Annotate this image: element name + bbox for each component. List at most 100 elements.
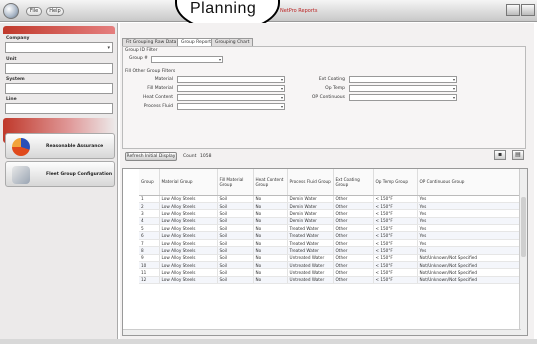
col-header[interactable]: Op Temp Group [373, 169, 418, 196]
status-bar [0, 339, 537, 344]
group-number-select[interactable]: ▾ [151, 56, 223, 63]
table-cell: Low Alloy Steels [159, 224, 218, 233]
op-continuous-select[interactable]: ▾ [349, 94, 457, 101]
table-row[interactable]: 8 Low Alloy Steels Soil No Treated Water Othe… [139, 246, 520, 255]
table-cell: 4 [139, 217, 160, 226]
refresh-initial-display-button[interactable]: Refresh Initial Display [125, 152, 177, 161]
sidebar-header [3, 26, 115, 34]
tab-grouping-chart[interactable]: Grouping Chart [211, 38, 254, 46]
table-cell: No [253, 261, 288, 270]
table-row[interactable]: 5 Low Alloy Steels Soil No Treated Water Othe… [139, 224, 520, 233]
table-cell: No [253, 239, 288, 248]
print-icon[interactable]: ▤ [512, 150, 524, 160]
unit-select[interactable] [5, 63, 113, 74]
table-cell: < 150°F [373, 246, 418, 255]
chevron-down-icon: ▾ [280, 86, 283, 91]
table-cell: 7 [139, 239, 160, 248]
table-row[interactable]: 12 Low Alloy Steels Soil No Untreated Water O… [139, 276, 520, 285]
tab-fit-grouping-raw-data[interactable]: Fit Grouping Raw Data [122, 38, 181, 46]
nav-reasonable-assurance[interactable]: Reasonable Assurance [5, 133, 115, 159]
minimize-icon[interactable] [506, 4, 520, 16]
table-cell: < 150°F [373, 224, 418, 233]
menu-file[interactable]: File [26, 7, 42, 16]
table-cell: No [253, 246, 288, 255]
table-cell: No [253, 231, 288, 240]
table-row[interactable]: 11 Low Alloy Steels Soil No Untreated Water O… [139, 268, 520, 277]
col-header[interactable]: Ext Coating Group [333, 169, 374, 196]
main-panel: Fit Grouping Raw Data Group Report Group… [120, 23, 534, 339]
table-cell: Other [333, 224, 374, 233]
nav-label: Fleet Group Configuration [46, 172, 113, 177]
line-select[interactable] [5, 103, 113, 114]
scroll-thumb[interactable] [521, 197, 526, 257]
horizontal-scrollbar[interactable] [123, 329, 521, 335]
group-filter-title: Group ID Filter [125, 48, 158, 53]
table-row[interactable]: 7 Low Alloy Steels Soil No Treated Water Othe… [139, 239, 520, 248]
table-cell: Untreated Water [287, 276, 334, 285]
table-cell: < 150°F [373, 254, 418, 263]
table-cell: Treated Water [287, 246, 334, 255]
group-number-label: Group # [129, 56, 148, 61]
table-cell: Other [333, 217, 374, 226]
table-cell: Low Alloy Steels [159, 261, 218, 270]
table-cell: Low Alloy Steels [159, 239, 218, 248]
table-cell: < 150°F [373, 217, 418, 226]
chevron-down-icon: ▾ [280, 77, 283, 82]
table-cell: No [253, 224, 288, 233]
table-cell: 6 [139, 231, 160, 240]
table-row[interactable]: 3 Low Alloy Steels Soil No Demin Water Other <… [139, 209, 520, 218]
col-header[interactable]: Process Fluid Group [287, 169, 334, 196]
table-cell: No [253, 276, 288, 285]
op-temp-select[interactable]: ▾ [349, 85, 457, 92]
tab-group-report[interactable]: Group Report [177, 38, 216, 46]
menu-help[interactable]: Help [46, 7, 64, 16]
filter-label-process-fluid: Process Fluid [143, 104, 173, 109]
chevron-down-icon: ▾ [452, 77, 455, 82]
vertical-scrollbar[interactable] [519, 169, 527, 335]
process-fluid-select[interactable]: ▾ [177, 103, 285, 110]
table-cell: Not/Unknown/Not Specified [417, 261, 520, 270]
table-row[interactable]: 9 Low Alloy Steels Soil No Untreated Water Ot… [139, 254, 520, 263]
chevron-down-icon: ▾ [452, 95, 455, 100]
chevron-down-icon: ▾ [107, 45, 110, 51]
col-header[interactable]: Fill Material Group [217, 169, 254, 196]
table-cell: Yes [417, 224, 520, 233]
count-value: 1058 [200, 154, 212, 159]
col-header[interactable]: Material Group [159, 169, 218, 196]
close-icon[interactable] [521, 4, 535, 16]
sidebar-label-system: System [6, 77, 25, 82]
table-row[interactable]: 1 Low Alloy Steels Soil No Demin Water Other <… [139, 195, 520, 203]
table-row[interactable]: 4 Low Alloy Steels Soil No Demin Water Other <… [139, 217, 520, 226]
table-row[interactable]: 10 Low Alloy Steels Soil No Untreated Water O… [139, 261, 520, 270]
table-body: 1 Low Alloy Steels Soil No Demin Water Other <… [139, 195, 520, 285]
ext-coating-select[interactable]: ▾ [349, 76, 457, 83]
col-header[interactable]: OP Continuous Group [417, 169, 520, 196]
table-cell: Other [333, 231, 374, 240]
nav-fleet-group-configuration[interactable]: Fleet Group Configuration [5, 161, 115, 187]
export-icon[interactable]: ▪ [494, 150, 506, 160]
window-title: NetPro Reports [280, 8, 318, 14]
chevron-down-icon: ▾ [452, 86, 455, 91]
col-header[interactable]: Group [139, 169, 160, 196]
chevron-down-icon: ▾ [218, 57, 221, 62]
filter-label-material: Material [154, 77, 173, 82]
company-select[interactable]: ▾ [5, 42, 113, 53]
material-select[interactable]: ▾ [177, 76, 285, 83]
table-cell: Yes [417, 231, 520, 240]
system-select[interactable] [5, 83, 113, 94]
table-cell: < 150°F [373, 261, 418, 270]
sidebar-label-unit: Unit [6, 57, 17, 62]
filter-label-op-temp: Op Temp [325, 86, 345, 91]
table-cell: Soil [217, 209, 254, 218]
table-row[interactable]: 6 Low Alloy Steels Soil No Treated Water Othe… [139, 231, 520, 240]
table-cell: Other [333, 261, 374, 270]
col-header[interactable]: Heat Content Group [253, 169, 288, 196]
fill-material-select[interactable]: ▾ [177, 85, 285, 92]
heat-content-select[interactable]: ▾ [177, 94, 285, 101]
table-cell: Soil [217, 224, 254, 233]
filter-panel: Group ID Filter Group # ▾ Fill Other Gro… [122, 46, 526, 149]
table-cell: Yes [417, 239, 520, 248]
table-row[interactable]: 2 Low Alloy Steels Soil No Demin Water Other <… [139, 202, 520, 211]
table-cell: Soil [217, 261, 254, 270]
app-logo-icon[interactable] [3, 3, 19, 19]
